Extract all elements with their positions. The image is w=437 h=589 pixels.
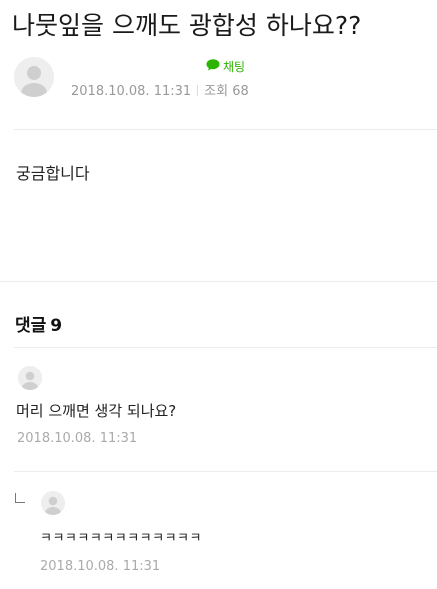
meta-separator (197, 85, 199, 96)
body-divider (0, 281, 437, 282)
cafe-post-page: 나뭇잎을 으깨도 광합성 하나요?? 채팅 2018.10.08. 11:31 조… (0, 0, 437, 589)
author-avatar[interactable] (14, 57, 54, 97)
comment-heading-label: 댓글 (15, 316, 47, 336)
post-body: 궁금합니다 (16, 164, 90, 183)
comment-divider (14, 471, 437, 472)
comment-section-divider (14, 347, 437, 348)
reply-text: ㅋㅋㅋㅋㅋㅋㅋㅋㅋㅋㅋㅋㅋ (40, 531, 202, 546)
reply-avatar[interactable] (41, 491, 65, 515)
post-meta: 2018.10.08. 11:31 조회 68 (71, 80, 249, 99)
view-count: 조회 68 (204, 84, 249, 99)
chat-bubble-icon (206, 59, 220, 74)
default-profile-icon (18, 366, 42, 390)
post-title: 나뭇잎을 으깨도 광합성 하나요?? (12, 11, 362, 40)
comment-date: 2018.10.08. 11:31 (17, 431, 138, 446)
header-divider (14, 129, 437, 130)
reply-indent-icon (15, 493, 25, 503)
post-date: 2018.10.08. 11:31 (71, 84, 192, 99)
reply-date: 2018.10.08. 11:31 (40, 559, 161, 574)
chat-button[interactable]: 채팅 (206, 58, 245, 75)
comment-text: 머리 으깨면 생각 되나요? (16, 402, 177, 420)
comment-avatar[interactable] (18, 366, 42, 390)
chat-label: 채팅 (223, 60, 246, 74)
comment-heading: 댓글 9 (15, 311, 62, 336)
comment-count: 9 (50, 316, 63, 336)
default-profile-icon (41, 491, 65, 515)
default-profile-icon (14, 57, 54, 97)
